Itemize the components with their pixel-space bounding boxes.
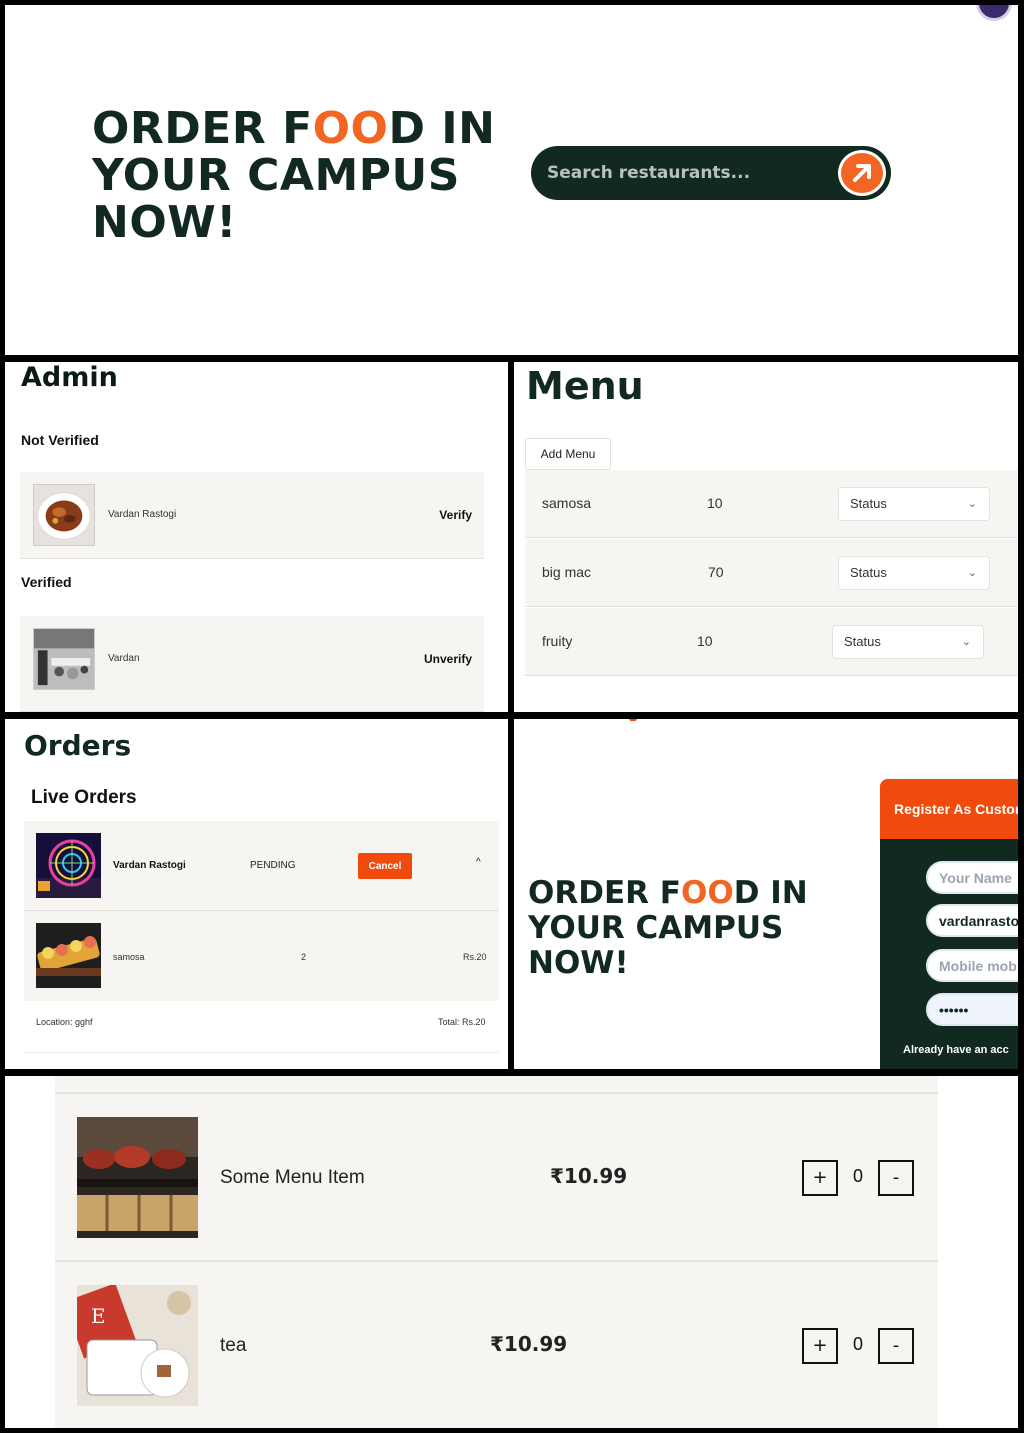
table-row: big mac 70 Status ⌄ (525, 539, 1018, 607)
list-item: Vardan Unverify (20, 616, 484, 712)
increment-button[interactable]: + (802, 1160, 838, 1196)
hero-title: ORDER FOOD IN YOUR CAMPUS NOW! (92, 105, 495, 246)
hero-title-part1: ORDER F (92, 103, 313, 154)
search-input[interactable] (547, 158, 817, 188)
menu-item-price: 10 (707, 495, 723, 511)
order-item-qty: 2 (301, 952, 307, 962)
cancel-order-button[interactable]: Cancel (358, 853, 412, 879)
chevron-down-icon: ⌄ (961, 636, 971, 648)
chevron-down-icon: ⌄ (967, 567, 977, 579)
svg-text:E: E (91, 1304, 106, 1328)
menu-item-price: ₹10.99 (490, 1332, 568, 1356)
restaurant-image (33, 628, 95, 690)
order-item-name: samosa (113, 952, 145, 962)
hero-title-line2: YOUR CAMPUS (92, 150, 460, 201)
login-link[interactable]: Already have an acc (903, 1044, 1009, 1056)
list-item: Vardan Rastogi Verify (20, 472, 484, 559)
admin-heading: Admin (21, 362, 118, 393)
menu-items-panel: Some Menu Item ₹10.99 + 0 - E tea ₹10.99… (5, 1076, 1018, 1428)
menu-item-name: Some Menu Item (220, 1167, 365, 1188)
add-menu-button[interactable]: Add Menu (525, 438, 611, 470)
register-hero-title: ORDER FOOD IN YOUR CAMPUS NOW! (528, 876, 808, 981)
status-select[interactable]: Status ⌄ (832, 625, 984, 659)
menu-panel: Menu Add Menu samosa 10 Status ⌄ big mac… (514, 362, 1018, 712)
order-location: Location: gghf (36, 1017, 93, 1027)
admin-panel: Admin Not Verified Vardan Rastogi Verify… (5, 362, 508, 712)
register-title-line3: NOW! (528, 945, 629, 981)
menu-item-name: samosa (542, 495, 592, 511)
order-total: Total: Rs.20 (438, 1017, 486, 1027)
table-row: samosa 10 Status ⌄ (525, 470, 1018, 538)
order-card: Vardan Rastogi PENDING Cancel ^ samosa 2… (24, 821, 499, 1001)
restaurant-name: Vardan (108, 653, 140, 664)
order-item-price: Rs.20 (463, 952, 487, 962)
chevron-down-icon: ⌄ (967, 498, 977, 510)
list-item: E tea ₹10.99 + 0 - (55, 1260, 938, 1428)
increment-button[interactable]: + (802, 1328, 838, 1364)
menu-item-price: 10 (697, 633, 713, 649)
hero-title-line3: NOW! (92, 197, 237, 248)
password-field[interactable] (926, 993, 1018, 1026)
list-item: Some Menu Item ₹10.99 + 0 - (55, 1092, 938, 1260)
register-card-title: Register As Custom (894, 801, 1018, 817)
status-badge: PENDING (250, 860, 296, 871)
quantity-value: 0 (853, 1334, 864, 1354)
email-field[interactable] (926, 904, 1018, 937)
menu-heading: Menu (526, 364, 644, 408)
register-title-accent: OO (680, 875, 734, 911)
quantity-value: 0 (853, 1166, 864, 1186)
decrement-button[interactable]: - (878, 1160, 914, 1196)
table-row: fruity 10 Status ⌄ (525, 608, 1018, 676)
register-title-part2: D IN (733, 875, 808, 911)
order-summary[interactable]: Vardan Rastogi PENDING Cancel ^ (24, 821, 499, 911)
menu-item-image (77, 1117, 198, 1238)
status-select-value: Status (850, 496, 887, 511)
order-image (36, 833, 101, 898)
register-card: Register As Custom Already have an acc (880, 779, 1018, 1069)
status-select[interactable]: Status ⌄ (838, 487, 990, 521)
orders-heading: Orders (24, 729, 132, 762)
order-item-image (36, 923, 101, 988)
decrement-button[interactable]: - (878, 1328, 914, 1364)
register-title-line2: YOUR CAMPUS (528, 910, 784, 946)
search-bar (531, 146, 891, 200)
live-orders-heading: Live Orders (31, 787, 137, 808)
chevron-up-icon[interactable]: ^ (476, 857, 481, 868)
unverify-button[interactable]: Unverify (424, 652, 472, 666)
not-verified-label: Not Verified (21, 432, 99, 448)
menu-item-price: 70 (708, 564, 724, 580)
name-field[interactable] (926, 861, 1018, 894)
arrow-up-right-icon (853, 164, 871, 182)
register-title-part1: ORDER F (528, 875, 681, 911)
orders-panel: Orders Live Orders Vardan Rastogi PENDIN… (5, 719, 508, 1069)
menu-item-price: ₹10.99 (550, 1164, 628, 1188)
status-select-value: Status (850, 565, 887, 580)
restaurant-image (33, 484, 95, 546)
menu-item-name: fruity (542, 633, 573, 649)
mobile-field[interactable] (926, 949, 1018, 982)
register-panel: ORDER FOOD IN YOUR CAMPUS NOW! Register … (514, 719, 1018, 1069)
hero-title-accent: OO (312, 103, 389, 154)
register-card-header: Register As Custom (880, 779, 1018, 839)
restaurant-name: Vardan Rastogi (108, 509, 177, 520)
decorative-dot (629, 719, 637, 721)
status-select-value: Status (844, 634, 881, 649)
divider (24, 1052, 499, 1053)
hero-title-part2: D IN (388, 103, 496, 154)
menu-item-name: tea (220, 1335, 247, 1356)
search-button[interactable] (838, 150, 886, 196)
status-select[interactable]: Status ⌄ (838, 556, 990, 590)
verified-label: Verified (21, 574, 72, 590)
menu-item-name: big mac (542, 564, 592, 580)
hero-panel: ORDER FOOD IN YOUR CAMPUS NOW! (5, 5, 1018, 355)
order-customer-name: Vardan Rastogi (113, 860, 186, 871)
avatar[interactable] (976, 5, 1012, 21)
menu-item-image: E (77, 1285, 198, 1406)
verify-button[interactable]: Verify (439, 508, 472, 522)
